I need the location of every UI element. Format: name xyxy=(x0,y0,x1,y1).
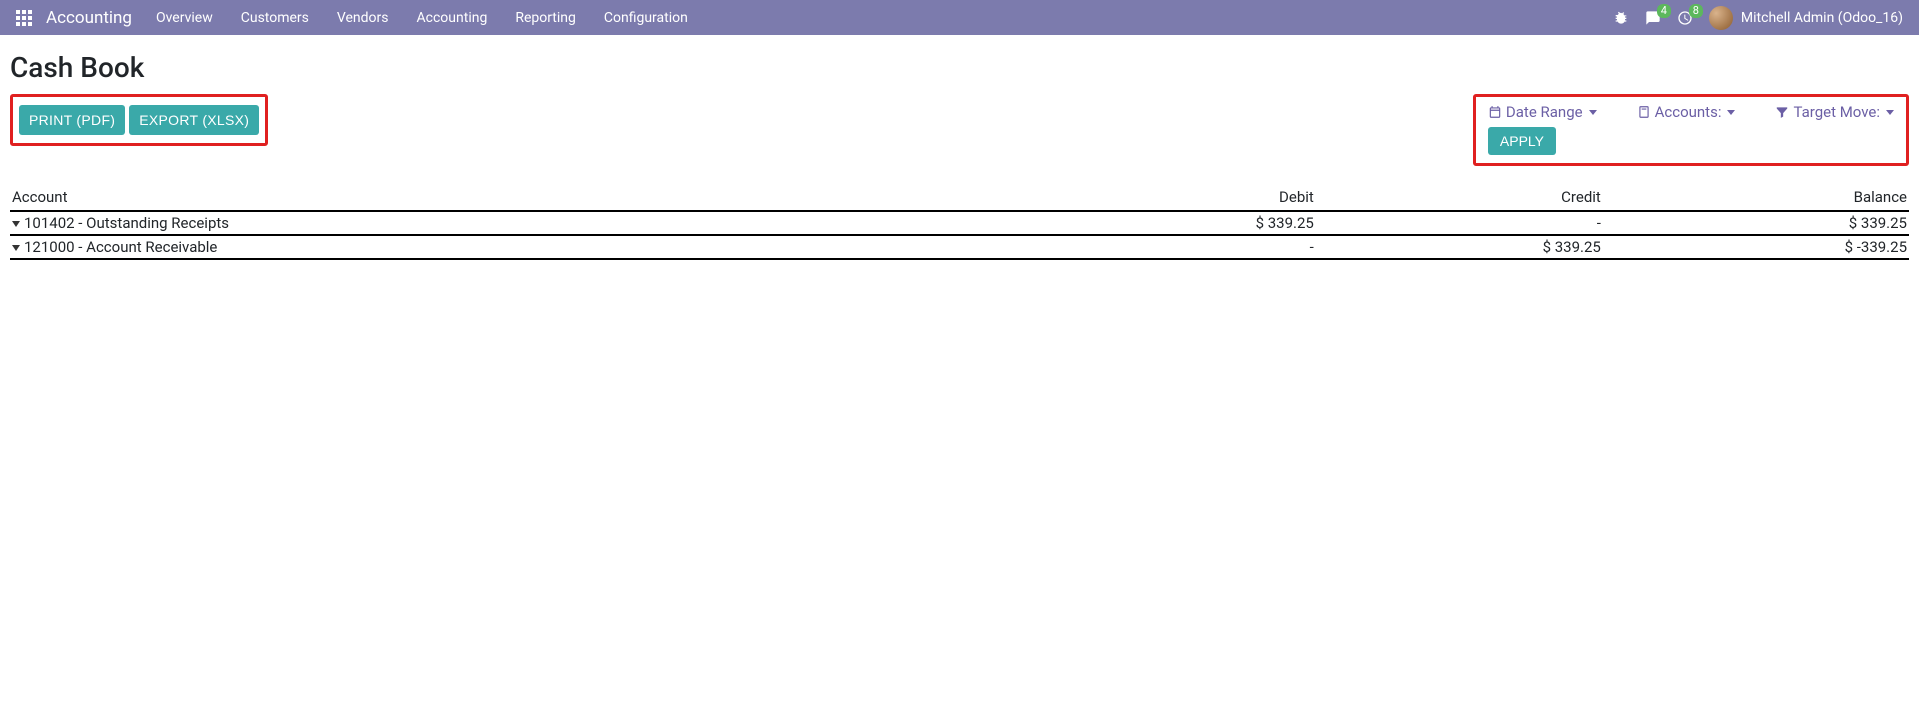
apps-icon[interactable] xyxy=(16,10,32,26)
col-account: Account xyxy=(10,184,1029,211)
target-move-dropdown[interactable]: Target Move: xyxy=(1775,103,1894,121)
date-range-dropdown[interactable]: Date Range xyxy=(1488,103,1597,121)
nav-accounting[interactable]: Accounting xyxy=(417,10,488,26)
nav-reporting[interactable]: Reporting xyxy=(515,10,576,26)
messages-badge: 4 xyxy=(1657,4,1671,18)
cell-debit: - xyxy=(1029,235,1316,259)
filter-icon xyxy=(1775,105,1789,119)
app-title[interactable]: Accounting xyxy=(46,8,132,28)
filter-panel: Date Range Accounts: Target Move: APPLY xyxy=(1473,94,1909,166)
row-caret-icon[interactable] xyxy=(12,245,20,251)
cell-account: 121000 - Account Receivable xyxy=(24,238,217,256)
nav-vendors[interactable]: Vendors xyxy=(337,10,389,26)
user-name-label: Mitchell Admin (Odoo_16) xyxy=(1741,10,1903,26)
cash-book-table: Account Debit Credit Balance 101402 - Ou… xyxy=(10,184,1909,260)
page-title: Cash Book xyxy=(10,51,1909,84)
col-balance: Balance xyxy=(1603,184,1909,211)
top-navbar: Accounting Overview Customers Vendors Ac… xyxy=(0,0,1919,35)
activities-icon[interactable]: 8 xyxy=(1677,10,1693,26)
bug-icon[interactable] xyxy=(1613,10,1629,26)
nav-menu: Overview Customers Vendors Accounting Re… xyxy=(156,10,688,26)
chevron-down-icon xyxy=(1727,110,1735,115)
row-caret-icon[interactable] xyxy=(12,221,20,227)
user-menu[interactable]: Mitchell Admin (Odoo_16) xyxy=(1709,6,1903,30)
cell-credit: - xyxy=(1316,211,1603,235)
calendar-icon xyxy=(1488,105,1502,119)
export-buttons-group: PRINT (PDF) EXPORT (XLSX) xyxy=(10,94,268,146)
avatar xyxy=(1709,6,1733,30)
apply-button[interactable]: APPLY xyxy=(1488,127,1556,155)
nav-customers[interactable]: Customers xyxy=(241,10,309,26)
accounts-label: Accounts: xyxy=(1655,103,1722,121)
table-row[interactable]: 101402 - Outstanding Receipts $ 339.25 -… xyxy=(10,211,1909,235)
accounts-dropdown[interactable]: Accounts: xyxy=(1637,103,1736,121)
cell-balance: $ 339.25 xyxy=(1603,211,1909,235)
messages-icon[interactable]: 4 xyxy=(1645,10,1661,26)
print-pdf-button[interactable]: PRINT (PDF) xyxy=(19,105,125,135)
target-move-label: Target Move: xyxy=(1793,103,1880,121)
cell-credit: $ 339.25 xyxy=(1316,235,1603,259)
nav-overview[interactable]: Overview xyxy=(156,10,213,26)
cell-balance: $ -339.25 xyxy=(1603,235,1909,259)
table-row[interactable]: 121000 - Account Receivable - $ 339.25 $… xyxy=(10,235,1909,259)
date-range-label: Date Range xyxy=(1506,103,1583,121)
col-debit: Debit xyxy=(1029,184,1316,211)
activities-badge: 8 xyxy=(1689,4,1703,18)
chevron-down-icon xyxy=(1886,110,1894,115)
col-credit: Credit xyxy=(1316,184,1603,211)
cell-account: 101402 - Outstanding Receipts xyxy=(24,214,229,232)
cell-debit: $ 339.25 xyxy=(1029,211,1316,235)
nav-configuration[interactable]: Configuration xyxy=(604,10,688,26)
export-xlsx-button[interactable]: EXPORT (XLSX) xyxy=(129,105,259,135)
book-icon xyxy=(1637,105,1651,119)
chevron-down-icon xyxy=(1589,110,1597,115)
